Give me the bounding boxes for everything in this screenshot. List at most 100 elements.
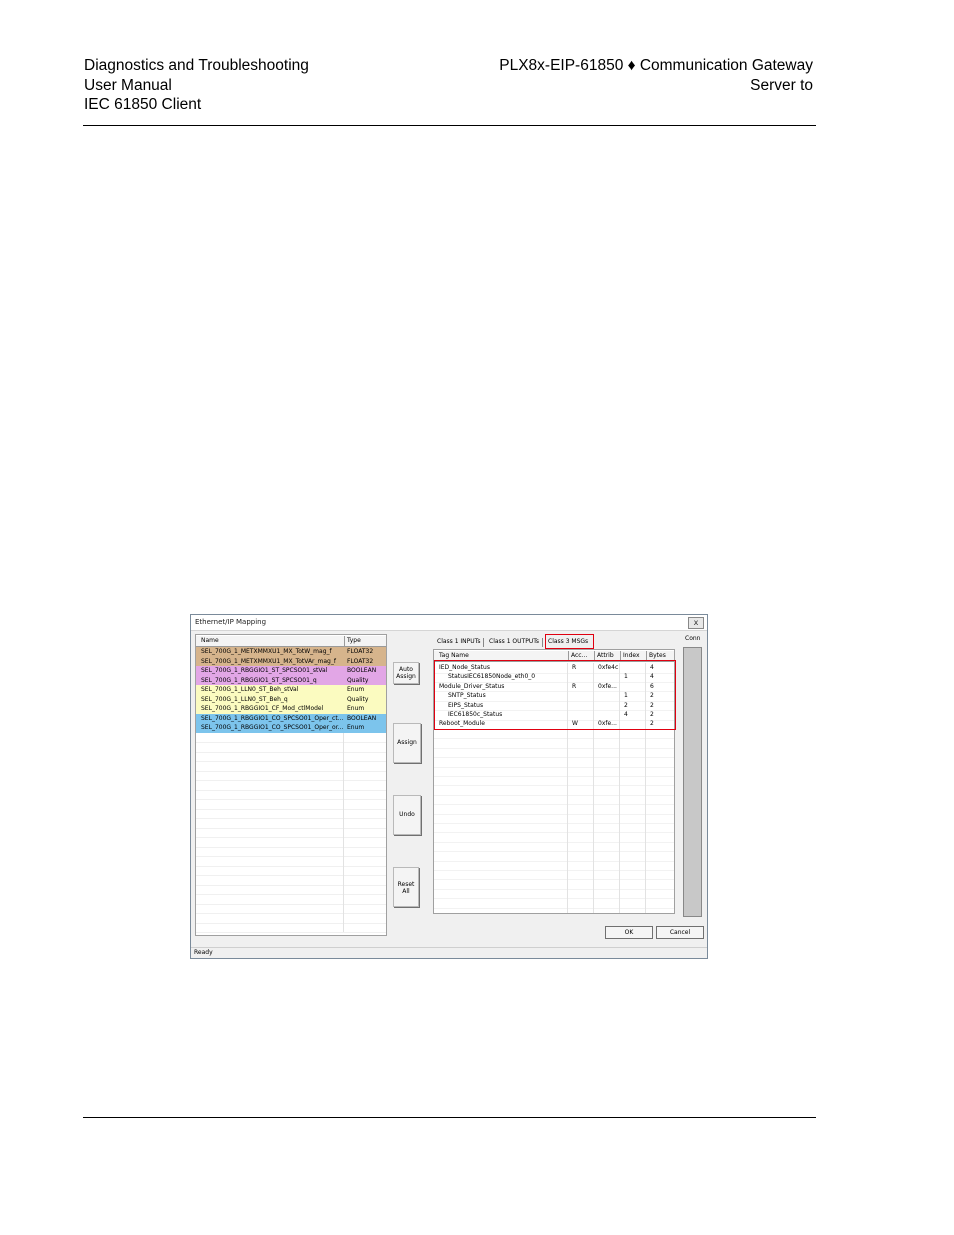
column-divider [567, 822, 568, 833]
header-rule [83, 125, 816, 126]
column-divider [567, 860, 568, 870]
column-header-type[interactable]: Type [344, 636, 386, 646]
tag-list-row[interactable]: SEL_700G_1_RBGGIO1_CF_Mod_ctlModel Enum [196, 704, 386, 714]
column-divider [645, 841, 646, 852]
column-divider [593, 785, 594, 795]
column-divider [343, 894, 344, 904]
column-divider [567, 869, 568, 880]
tag-list-row[interactable]: SEL_700G_1_LLN0_ST_Beh_q Quality [196, 694, 386, 704]
column-divider [343, 761, 344, 771]
auto-assign-button[interactable]: Auto Assign [393, 662, 419, 684]
tag-list-row[interactable]: SEL_700G_1_METXMMXU1_MX_TotVAr_mag_f FLOA… [196, 656, 386, 666]
reset-all-label-line2: All [402, 888, 410, 895]
connection-slot[interactable] [683, 647, 702, 917]
column-divider [593, 888, 594, 899]
tag-list-header: Name Type [196, 636, 386, 647]
cancel-button[interactable]: Cancel [656, 926, 704, 939]
column-divider [343, 780, 344, 790]
tag-list-panel[interactable]: Name Type SEL_700G_1_METXMMXU1_MX_TotW_m… [195, 634, 387, 936]
tag-type: FLOAT32 [347, 648, 374, 655]
column-divider [645, 804, 646, 814]
tag-list-row[interactable]: SEL_700G_1_RBGGIO1_CO_SPCSO01_Oper_or...… [196, 723, 386, 733]
tag-name: SEL_700G_1_RBGGIO1_CO_SPCSO01_Oper_ct... [201, 714, 343, 722]
header-subsection: IEC 61850 Client [84, 96, 202, 113]
column-divider [645, 747, 646, 758]
tab-highlight-box [545, 634, 594, 649]
tag-list-row[interactable]: SEL_700G_1_METXMMXU1_MX_TotW_mag_f FLOAT3… [196, 647, 386, 657]
column-divider [343, 875, 344, 885]
column-divider [567, 832, 568, 842]
header-right: PLX8x-EIP-61850 ♦ Communication Gateway … [499, 56, 813, 95]
column-divider [567, 747, 568, 758]
header-section-title: Diagnostics and Troubleshooting [84, 57, 309, 74]
tag-list-row[interactable]: SEL_700G_1_RBGGIO1_ST_SPCSO01_q Quality [196, 675, 386, 685]
tag-type: Enum [347, 686, 365, 693]
reset-all-label-line1: Reset [397, 881, 415, 888]
column-divider [343, 770, 344, 780]
column-divider [593, 869, 594, 880]
column-divider [619, 813, 620, 823]
column-divider [343, 808, 344, 818]
tag-list-empty-row[interactable] [196, 922, 386, 933]
column-divider [619, 888, 620, 899]
tab-divider [483, 638, 484, 647]
tag-name: SEL_700G_1_RBGGIO1_CF_Mod_ctlModel [201, 705, 324, 712]
column-divider [619, 860, 620, 870]
auto-assign-label-line2: Assign [396, 673, 416, 680]
column-divider [343, 742, 344, 752]
tab-class1-outputs[interactable]: Class 1 OUTPUTs [487, 636, 541, 648]
close-icon[interactable]: x [688, 617, 704, 629]
column-divider [567, 804, 568, 814]
column-divider [343, 865, 344, 875]
column-divider [567, 841, 568, 852]
tab-divider [542, 638, 543, 647]
column-divider [343, 799, 344, 809]
column-divider [645, 851, 646, 861]
column-divider [619, 822, 620, 833]
column-divider [645, 879, 646, 889]
tag-name: SEL_700G_1_METXMMXU1_MX_TotVAr_mag_f [201, 657, 336, 665]
column-divider [593, 747, 594, 758]
column-divider [593, 757, 594, 767]
ok-button[interactable]: OK [605, 926, 653, 939]
column-divider [567, 851, 568, 861]
column-divider [619, 757, 620, 767]
msg-table-empty-row[interactable] [434, 907, 674, 913]
dialog-titlebar: Ethernet/IP Mapping x [191, 615, 707, 631]
tag-list-row[interactable]: SEL_700G_1_RBGGIO1_ST_SPCSO01_stVal BOOLE… [196, 666, 386, 676]
assign-button[interactable]: Assign [393, 723, 421, 763]
undo-button[interactable]: Undo [393, 795, 421, 835]
tag-type: Quality [347, 695, 369, 703]
column-divider [619, 832, 620, 842]
column-divider [593, 860, 594, 870]
column-divider [593, 898, 594, 908]
column-divider [619, 804, 620, 814]
column-divider [645, 766, 646, 776]
reset-all-button[interactable]: Reset All [393, 867, 419, 907]
column-divider [619, 869, 620, 880]
column-divider [645, 738, 646, 748]
header-left: Diagnostics and Troubleshooting User Man… [84, 56, 309, 115]
column-divider [593, 813, 594, 823]
tag-list-row[interactable]: SEL_700G_1_RBGGIO1_CO_SPCSO01_Oper_ct...… [196, 713, 386, 723]
tag-list-row[interactable]: SEL_700G_1_LLN0_ST_Beh_stVal Enum [196, 685, 386, 695]
column-divider [593, 832, 594, 842]
column-header-name[interactable]: Name [199, 636, 341, 646]
column-divider [343, 922, 344, 932]
column-divider [619, 851, 620, 861]
dialog-title: Ethernet/IP Mapping [195, 618, 267, 626]
header-manual-label: User Manual [84, 76, 172, 94]
column-divider [343, 903, 344, 913]
tag-type: Enum [347, 724, 365, 731]
tab-class1-inputs[interactable]: Class 1 INPUTs [435, 636, 482, 648]
column-divider [567, 794, 568, 805]
tag-type: BOOLEAN [347, 714, 377, 722]
column-divider [567, 898, 568, 908]
tag-name: SEL_700G_1_LLN0_ST_Beh_stVal [201, 686, 299, 693]
column-divider [567, 728, 568, 739]
column-divider [645, 757, 646, 767]
column-divider [645, 728, 646, 739]
column-divider [593, 804, 594, 814]
column-divider [567, 775, 568, 786]
column-divider [343, 913, 344, 923]
